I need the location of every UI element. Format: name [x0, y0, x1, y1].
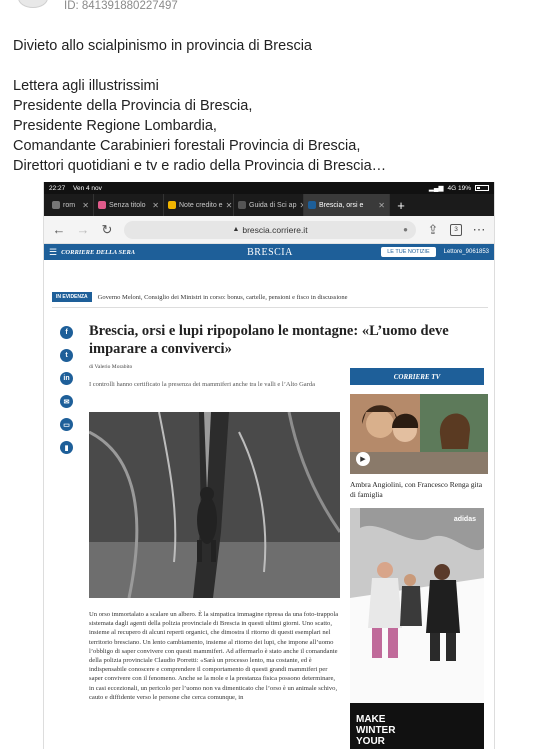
- tab-rom[interactable]: rom ✕: [48, 194, 94, 216]
- article-headline: Brescia, orsi e lupi ripopolano le monta…: [89, 323, 449, 357]
- post-id: ID: 841391880227497: [64, 0, 178, 12]
- favicon-icon: [98, 201, 106, 209]
- url-text: brescia.corriere.it: [242, 224, 308, 235]
- globe-icon: [52, 201, 60, 209]
- more-icon[interactable]: ⋯: [472, 222, 486, 238]
- status-date: Ven 4 nov: [73, 184, 102, 192]
- letter-line: Presidente della Provincia di Brescia,: [13, 98, 253, 114]
- letter-line: Lettera agli illustrissimi: [13, 78, 159, 94]
- letter-line: Direttori quotidiani e tv e radio della …: [13, 158, 387, 174]
- article-lede: I controlli hanno certificato la presenz…: [89, 381, 315, 388]
- news-button[interactable]: LE TUE NOTIZIE: [381, 247, 436, 257]
- camera-trap-image: [89, 412, 340, 598]
- tab-bar: rom ✕ Senza titolo ✕ Note credito e ✕ Gu…: [44, 194, 494, 216]
- signal-icon: ▂▄▆: [428, 185, 444, 192]
- article-screenshot[interactable]: 22:27 Ven 4 nov ▂▄▆ 4G 19% rom ✕ Senza t…: [43, 182, 495, 749]
- lock-icon: ▲: [232, 226, 240, 233]
- article-body: Un orso immortalato a scalare un albero.…: [89, 611, 339, 701]
- close-icon[interactable]: ✕: [378, 201, 385, 210]
- linkedin-icon[interactable]: in: [60, 372, 73, 385]
- share-icon[interactable]: ⇪: [426, 222, 440, 238]
- network-status: 4G 19%: [447, 184, 472, 192]
- tab-note-credito[interactable]: Note credito e ✕: [164, 194, 234, 216]
- site-logo[interactable]: CORRIERE DELLA SERA: [61, 249, 135, 256]
- tab-brescia-orsi[interactable]: Brescia, orsi e ✕: [304, 194, 390, 216]
- letter-line: Presidente Regione Lombardia,: [13, 118, 217, 134]
- article-photo: [89, 412, 340, 598]
- share-bar: f t in ✉ ▭ ▮: [60, 326, 74, 464]
- post-body: Divieto allo scialpinismo in provincia d…: [13, 36, 523, 176]
- ad-image: [350, 508, 484, 749]
- address-bar: ← → ↻ ▲ brescia.corriere.it ● ⇪ 3 ⋯: [44, 216, 494, 244]
- close-icon[interactable]: ✕: [152, 201, 159, 210]
- divider: [52, 307, 488, 308]
- post-header: ID: 841391880227497: [0, 0, 539, 16]
- article-byline: di Valerio Morabito: [89, 364, 133, 370]
- site-header: ☰ CORRIERE DELLA SERA BRESCIA LE TUE NOT…: [44, 244, 494, 260]
- menu-icon[interactable]: ☰: [49, 247, 57, 258]
- mic-icon[interactable]: ●: [403, 225, 408, 234]
- evidenza-link[interactable]: Governo Meloni, Consiglio dei Ministri i…: [98, 294, 348, 301]
- advertisement[interactable]: adidas MAKE WINTER YOUR: [350, 508, 484, 749]
- user-menu[interactable]: Lettore_9061853: [444, 249, 489, 255]
- tab-senza-titolo[interactable]: Senza titolo ✕: [94, 194, 164, 216]
- tab-count[interactable]: 3: [450, 223, 462, 236]
- twitter-icon[interactable]: t: [60, 349, 73, 362]
- facebook-icon[interactable]: f: [60, 326, 73, 339]
- post-title: Divieto allo scialpinismo in provincia d…: [13, 38, 312, 54]
- video-thumbnail[interactable]: ▶: [350, 394, 488, 474]
- status-bar: 22:27 Ven 4 nov ▂▄▆ 4G 19%: [44, 182, 494, 194]
- new-tab-button[interactable]: +: [390, 194, 412, 216]
- status-time: 22:27: [49, 184, 66, 192]
- forward-icon[interactable]: →: [76, 222, 90, 237]
- close-icon[interactable]: ✕: [82, 201, 89, 210]
- ad-headline: MAKE WINTER YOUR: [356, 714, 396, 747]
- video-caption[interactable]: Ambra Angiolini, con Francesco Renga git…: [350, 480, 488, 500]
- reload-icon[interactable]: ↻: [100, 222, 114, 238]
- evidenza-strip: IN EVIDENZA Governo Meloni, Consiglio de…: [52, 292, 348, 302]
- bookmark-icon[interactable]: ▮: [60, 441, 73, 454]
- email-icon[interactable]: ✉: [60, 395, 73, 408]
- url-field[interactable]: ▲ brescia.corriere.it ●: [124, 220, 416, 239]
- favicon-icon: [238, 201, 246, 209]
- play-icon[interactable]: ▶: [356, 452, 370, 466]
- close-icon[interactable]: ✕: [226, 201, 233, 210]
- back-icon[interactable]: ←: [52, 222, 66, 237]
- video-preview: [350, 394, 488, 474]
- comment-icon[interactable]: ▭: [60, 418, 73, 431]
- favicon-icon: [308, 201, 316, 209]
- corriere-tv-header[interactable]: CORRIERE TV: [350, 368, 484, 385]
- evidenza-tag: IN EVIDENZA: [52, 292, 92, 302]
- favicon-icon: [168, 201, 176, 209]
- battery-icon: [475, 185, 489, 191]
- adidas-logo: adidas: [453, 516, 476, 523]
- letter-line: Comandante Carabinieri forestali Provinc…: [13, 138, 361, 154]
- tab-guida-sci[interactable]: Guida di Sci ap ✕: [234, 194, 304, 216]
- avatar[interactable]: [18, 0, 48, 8]
